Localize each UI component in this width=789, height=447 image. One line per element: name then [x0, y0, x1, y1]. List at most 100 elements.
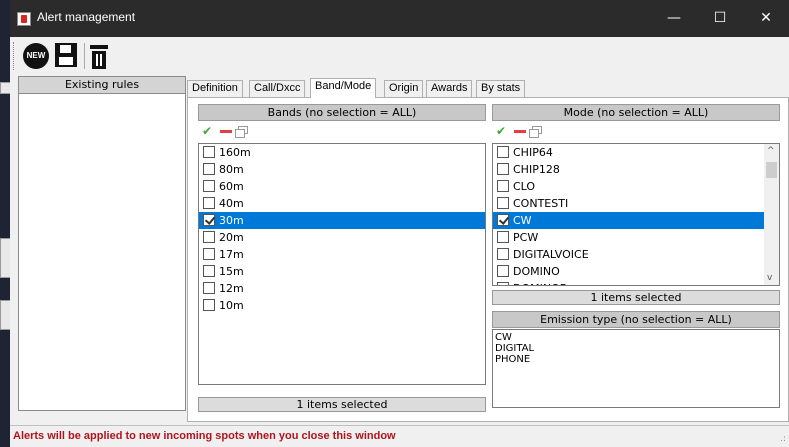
maximize-button[interactable]: ☐	[697, 0, 743, 37]
select-all-modes-icon[interactable]: ✔	[496, 125, 506, 137]
mode-item[interactable]: DOMINOF	[493, 280, 779, 285]
band-checkbox[interactable]	[203, 214, 215, 226]
mode-item[interactable]: CW	[493, 212, 779, 229]
alert-management-window: Alert management — ☐ ✕ NEW Existing rule…	[10, 0, 789, 447]
mode-checkbox[interactable]	[497, 146, 509, 158]
band-checkbox[interactable]	[203, 299, 215, 311]
band-item[interactable]: 40m	[199, 195, 485, 212]
band-item[interactable]: 12m	[199, 280, 485, 297]
tab-band-mode[interactable]: Band/Mode	[310, 78, 377, 98]
band-item[interactable]: 20m	[199, 229, 485, 246]
tab-awards[interactable]: Awards	[426, 80, 473, 97]
delete-icon[interactable]	[90, 43, 108, 69]
select-all-bands-icon[interactable]: ✔	[202, 125, 212, 137]
mode-checkbox[interactable]	[497, 197, 509, 209]
band-checkbox[interactable]	[203, 282, 215, 294]
mode-item[interactable]: CHIP128	[493, 161, 779, 178]
status-message: Alerts will be applied to new incoming s…	[13, 430, 396, 442]
band-checkbox[interactable]	[203, 146, 215, 158]
title-bar: Alert management — ☐ ✕	[10, 0, 789, 37]
band-checkbox[interactable]	[203, 265, 215, 277]
band-checkbox[interactable]	[203, 163, 215, 175]
mode-list-scrollbar[interactable]: ^ v	[764, 144, 779, 285]
emission-type-list[interactable]: CW DIGITAL PHONE	[492, 329, 780, 408]
scroll-up-icon[interactable]: ^	[767, 146, 775, 156]
copy-modes-icon[interactable]	[529, 126, 542, 138]
bands-tools: ✔	[202, 123, 262, 139]
emission-type-item[interactable]: CW	[495, 332, 777, 343]
mode-checkbox[interactable]	[497, 248, 509, 260]
toolbar: NEW	[10, 37, 789, 75]
tab-origin[interactable]: Origin	[384, 80, 424, 97]
mode-item[interactable]: PCW	[493, 229, 779, 246]
mode-checkbox[interactable]	[497, 180, 509, 192]
mode-list[interactable]: CHIP64 CHIP128 CLO CONTESTI CW PCW DIGITALVOIC…	[492, 143, 780, 286]
band-label: 30m	[219, 214, 244, 227]
mode-label: PCW	[513, 231, 539, 244]
copy-bands-icon[interactable]	[235, 126, 248, 138]
new-rule-button[interactable]: NEW	[23, 43, 49, 69]
tab-definition[interactable]: Definition	[187, 80, 243, 97]
mode-item[interactable]: DOMINO	[493, 263, 779, 280]
bands-header: Bands (no selection = ALL)	[198, 104, 486, 121]
window-title: Alert management	[37, 10, 136, 24]
close-button[interactable]: ✕	[743, 0, 789, 37]
band-checkbox[interactable]	[203, 180, 215, 192]
mode-item[interactable]: CLO	[493, 178, 779, 195]
trash-lid	[90, 45, 108, 49]
band-item[interactable]: 80m	[199, 161, 485, 178]
emission-type-header: Emission type (no selection = ALL)	[492, 311, 780, 328]
band-checkbox[interactable]	[203, 248, 215, 260]
band-item[interactable]: 17m	[199, 246, 485, 263]
mode-selection-count: 1 items selected	[492, 290, 780, 305]
mode-item[interactable]: DIGITALVOICE	[493, 246, 779, 263]
resize-grip-icon[interactable]: .:	[780, 434, 786, 444]
tab-by-stats[interactable]: By stats	[476, 80, 526, 97]
band-checkbox[interactable]	[203, 197, 215, 209]
mode-checkbox[interactable]	[497, 282, 509, 285]
mode-item[interactable]: CONTESTI	[493, 195, 779, 212]
emission-type-item[interactable]: DIGITAL	[495, 343, 777, 354]
mode-label: CLO	[513, 180, 536, 193]
save-icon[interactable]	[55, 43, 77, 67]
scroll-down-icon[interactable]: v	[767, 273, 772, 283]
existing-rules-header: Existing rules	[19, 77, 185, 94]
band-item[interactable]: 160m	[199, 144, 485, 161]
mode-item[interactable]: CHIP64	[493, 144, 779, 161]
scroll-thumb[interactable]	[766, 162, 777, 178]
trash-can	[92, 51, 106, 69]
toolbar-separator	[84, 43, 85, 69]
mode-label: CONTESTI	[513, 197, 569, 210]
existing-rules-list[interactable]: Existing rules	[18, 76, 186, 411]
band-label: 10m	[219, 299, 244, 312]
bands-list[interactable]: 160m 80m 60m 40m 30m 20m 17m 15m 12m 10m	[198, 143, 486, 385]
mode-checkbox[interactable]	[497, 231, 509, 243]
mode-checkbox[interactable]	[497, 265, 509, 277]
toolbar-grip	[13, 42, 16, 70]
band-label: 12m	[219, 282, 244, 295]
band-label: 15m	[219, 265, 244, 278]
mode-label: CW	[513, 214, 532, 227]
band-label: 160m	[219, 146, 251, 159]
clear-bands-icon[interactable]	[220, 130, 232, 133]
band-label: 80m	[219, 163, 244, 176]
mode-checkbox[interactable]	[497, 214, 509, 226]
mode-checkbox[interactable]	[497, 163, 509, 175]
app-icon	[17, 12, 31, 26]
band-item[interactable]: 60m	[199, 178, 485, 195]
band-item[interactable]: 10m	[199, 297, 485, 314]
band-item[interactable]: 30m	[199, 212, 485, 229]
band-mode-tab-panel: Bands (no selection = ALL) ✔ 160m 80m 60m 4…	[187, 97, 789, 422]
band-label: 20m	[219, 231, 244, 244]
mode-label: DIGITALVOICE	[513, 248, 589, 261]
band-checkbox[interactable]	[203, 231, 215, 243]
clear-modes-icon[interactable]	[514, 130, 526, 133]
band-item[interactable]: 15m	[199, 263, 485, 280]
band-label: 40m	[219, 197, 244, 210]
tab-call-dxcc[interactable]: Call/Dxcc	[249, 80, 306, 97]
mode-label: CHIP64	[513, 146, 553, 159]
minimize-button[interactable]: —	[651, 0, 697, 37]
emission-type-item[interactable]: PHONE	[495, 354, 777, 365]
mode-tools: ✔	[496, 123, 556, 139]
mode-label: DOMINO	[513, 265, 560, 278]
